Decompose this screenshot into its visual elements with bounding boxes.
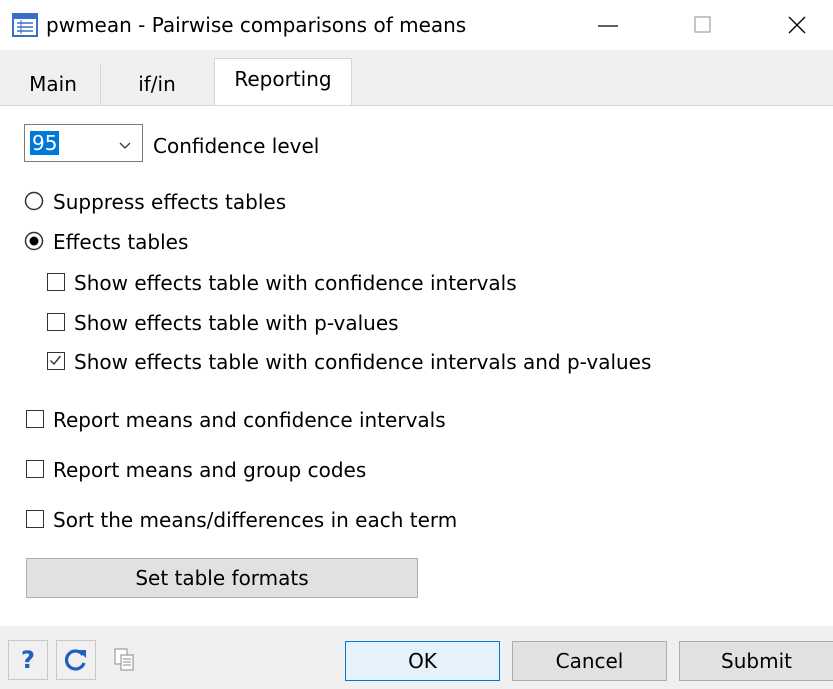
report-means-ci-checkbox[interactable] [26,410,44,428]
maximize-button[interactable] [681,8,725,42]
checkmark-icon [50,355,62,366]
effects-pvalues-label: Show effects table with p-values [74,311,399,335]
set-table-formats-button[interactable]: Set table formats [26,558,418,598]
confidence-level-value: 95 [30,131,60,155]
minimize-icon [598,25,618,27]
copy-button[interactable] [104,640,144,680]
close-button[interactable] [775,8,819,42]
dialog-app-icon [12,12,38,38]
suppress-effects-label: Suppress effects tables [53,190,287,214]
report-means-ci-label: Report means and confidence intervals [53,408,446,432]
effects-pvalues-checkbox[interactable] [47,313,65,331]
effects-ci-label: Show effects table with confidence inter… [74,271,517,295]
help-icon: ? [21,646,35,674]
ok-button[interactable]: OK [345,641,500,681]
effects-ci-checkbox[interactable] [47,273,65,291]
effects-tables-label: Effects tables [53,230,189,254]
window-title: pwmean - Pairwise comparisons of means [46,13,467,37]
reset-button[interactable] [56,640,96,680]
suppress-effects-radio[interactable] [24,191,44,211]
effects-ci-pvalues-label: Show effects table with confidence inter… [74,350,652,374]
tab-strip: Main if/in Reporting [0,50,833,106]
cancel-button[interactable]: Cancel [512,641,667,681]
report-means-codes-checkbox[interactable] [26,460,44,478]
copy-icon [114,648,134,671]
tab-reporting[interactable]: Reporting [214,58,352,106]
chevron-down-icon[interactable] [118,137,132,149]
sort-means-checkbox[interactable] [26,510,44,528]
tab-if-in[interactable]: if/in [101,62,213,106]
tab-main-label: Main [29,72,77,96]
close-icon [788,16,806,34]
tab-if-in-label: if/in [138,72,176,96]
report-means-codes-label: Report means and group codes [53,458,367,482]
tab-main[interactable]: Main [8,62,98,106]
submit-button[interactable]: Submit [679,641,833,681]
confidence-level-label: Confidence level [153,134,320,158]
minimize-button[interactable] [586,8,630,42]
effects-tables-radio[interactable] [24,231,44,251]
reset-icon [64,649,86,671]
sort-means-label: Sort the means/differences in each term [53,508,458,532]
help-button[interactable]: ? [8,640,48,680]
tab-reporting-label: Reporting [234,67,332,91]
effects-ci-pvalues-checkbox[interactable] [47,352,65,370]
maximize-icon [694,16,711,33]
